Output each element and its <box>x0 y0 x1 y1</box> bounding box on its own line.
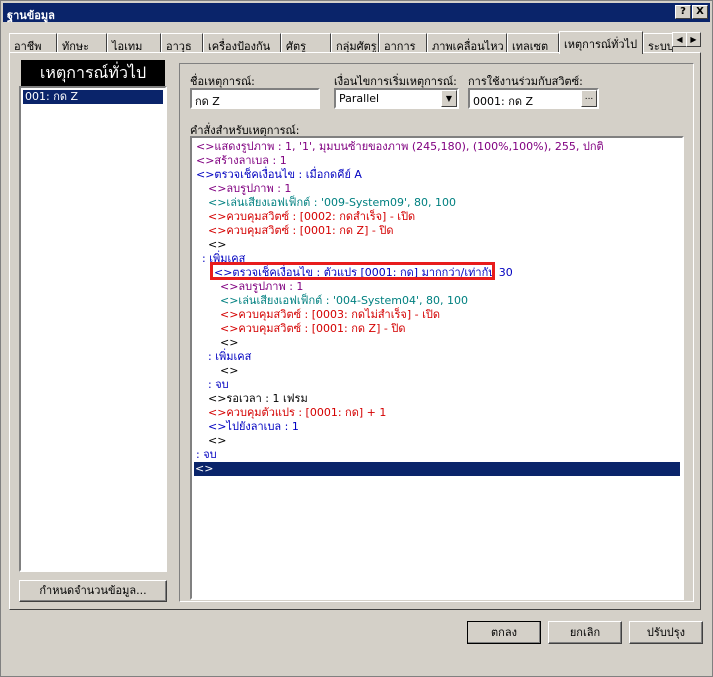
cancel-button[interactable]: ยกเลิก <box>548 621 622 644</box>
close-button[interactable]: X <box>692 5 708 19</box>
help-button[interactable]: ? <box>675 5 691 19</box>
tab-scroll-right-icon[interactable]: ▶ <box>686 32 701 47</box>
event-list[interactable]: 001: กด Z <box>19 86 167 572</box>
command-line[interactable]: <> <box>220 336 238 350</box>
command-line[interactable]: <>ลบรูปภาพ : 1 <box>208 182 291 196</box>
command-line[interactable]: <>ควบคุมสวิตซ์ : [0002: กดสำเร็จ] - เปิด <box>208 210 415 224</box>
event-list-title: เหตุการณ์ทั่วไป <box>21 60 165 86</box>
command-list[interactable]: <>แสดงรูปภาพ : 1, '1', มุมบนซ้ายของภาพ (… <box>190 136 684 600</box>
tab-armors[interactable]: เครื่องป้องกัน <box>203 33 281 53</box>
command-line[interactable]: <>สร้างลาเบล : 1 <box>196 154 287 168</box>
tab-scroll-left-icon[interactable]: ◀ <box>672 32 687 47</box>
command-line[interactable]: <> <box>220 364 238 378</box>
tab-items[interactable]: ไอเทม <box>107 33 161 53</box>
tab-skills[interactable]: ทักษะ <box>57 33 107 53</box>
tab-states[interactable]: อาการ <box>379 33 427 53</box>
tab-classes[interactable]: อาชีพ <box>9 33 57 53</box>
switch-browse-button[interactable]: ... <box>581 90 597 107</box>
condition-switch-field[interactable]: 0001: กด Z ... <box>468 88 599 109</box>
command-line[interactable]: <>ควบคุมตัวแปร : [0001: กด] + 1 <box>208 406 386 420</box>
command-line[interactable]: <>แสดงรูปภาพ : 1, '1', มุมบนซ้ายของภาพ (… <box>196 140 604 154</box>
selected-command-line[interactable]: <> <box>194 462 680 476</box>
command-line[interactable]: <>รอเวลา : 1 เฟรม <box>208 392 308 406</box>
command-line[interactable]: : จบ <box>208 378 229 392</box>
tab-common-events[interactable]: เหตุการณ์ทั่วไป <box>559 31 643 54</box>
command-line[interactable]: <>ไปยังลาเบล : 1 <box>208 420 299 434</box>
command-line[interactable]: <>เล่นเสียงเอฟเฟ็กต์ : '004-System04', 8… <box>220 294 468 308</box>
tab-troops[interactable]: กลุ่มศัตรู <box>331 33 379 53</box>
command-line[interactable]: <>ลบรูปภาพ : 1 <box>220 280 303 294</box>
command-line[interactable]: <>ควบคุมสวิตซ์ : [0003: กดไม่สำเร็จ] - เ… <box>220 308 440 322</box>
tab-animations[interactable]: ภาพเคลื่อนไหว <box>427 33 507 53</box>
trigger-value: Parallel <box>339 92 380 105</box>
change-maximum-button[interactable]: กำหนดจำนวนข้อมูล... <box>19 580 167 602</box>
highlight-box <box>210 262 495 280</box>
apply-button[interactable]: ปรับปรุง <box>629 621 703 644</box>
tab-weapons[interactable]: อาวุธ <box>161 33 203 53</box>
command-line[interactable]: <>ตรวจเช็คเงื่อนไข : เมื่อกดคีย์ A <box>196 168 362 182</box>
list-item[interactable]: 001: กด Z <box>23 90 163 104</box>
tab-enemies[interactable]: ศัตรู <box>281 33 331 53</box>
chevron-down-icon[interactable]: ▼ <box>441 90 457 107</box>
command-line[interactable]: <>ควบคุมสวิตซ์ : [0001: กด Z] - ปิด <box>208 224 393 238</box>
tab-strip: อาชีพ ทักษะ ไอเทม อาวุธ เครื่องป้องกัน ศ… <box>9 31 701 54</box>
command-line[interactable]: <> <box>208 434 226 448</box>
command-line[interactable]: <>เล่นเสียงเอฟเฟ็กต์ : '009-System09', 8… <box>208 196 456 210</box>
command-line[interactable]: <> <box>208 238 226 252</box>
command-line[interactable]: : จบ <box>196 448 217 462</box>
title-bar: ฐานข้อมูล ? X <box>3 3 710 22</box>
trigger-select[interactable]: Parallel ▼ <box>334 88 459 109</box>
tab-system[interactable]: ระบบ <box>643 33 673 53</box>
condition-switch-value: 0001: กด Z <box>473 95 534 108</box>
command-line[interactable]: : เพิ่มเคส <box>208 350 251 364</box>
ok-button[interactable]: ตกลง <box>467 621 541 644</box>
window-title: ฐานข้อมูล <box>7 9 55 22</box>
event-name-field[interactable]: กด Z <box>190 88 320 109</box>
tab-tilesets[interactable]: เทลเซต <box>507 33 559 53</box>
command-line[interactable]: <>ควบคุมสวิตซ์ : [0001: กด Z] - ปิด <box>220 322 405 336</box>
